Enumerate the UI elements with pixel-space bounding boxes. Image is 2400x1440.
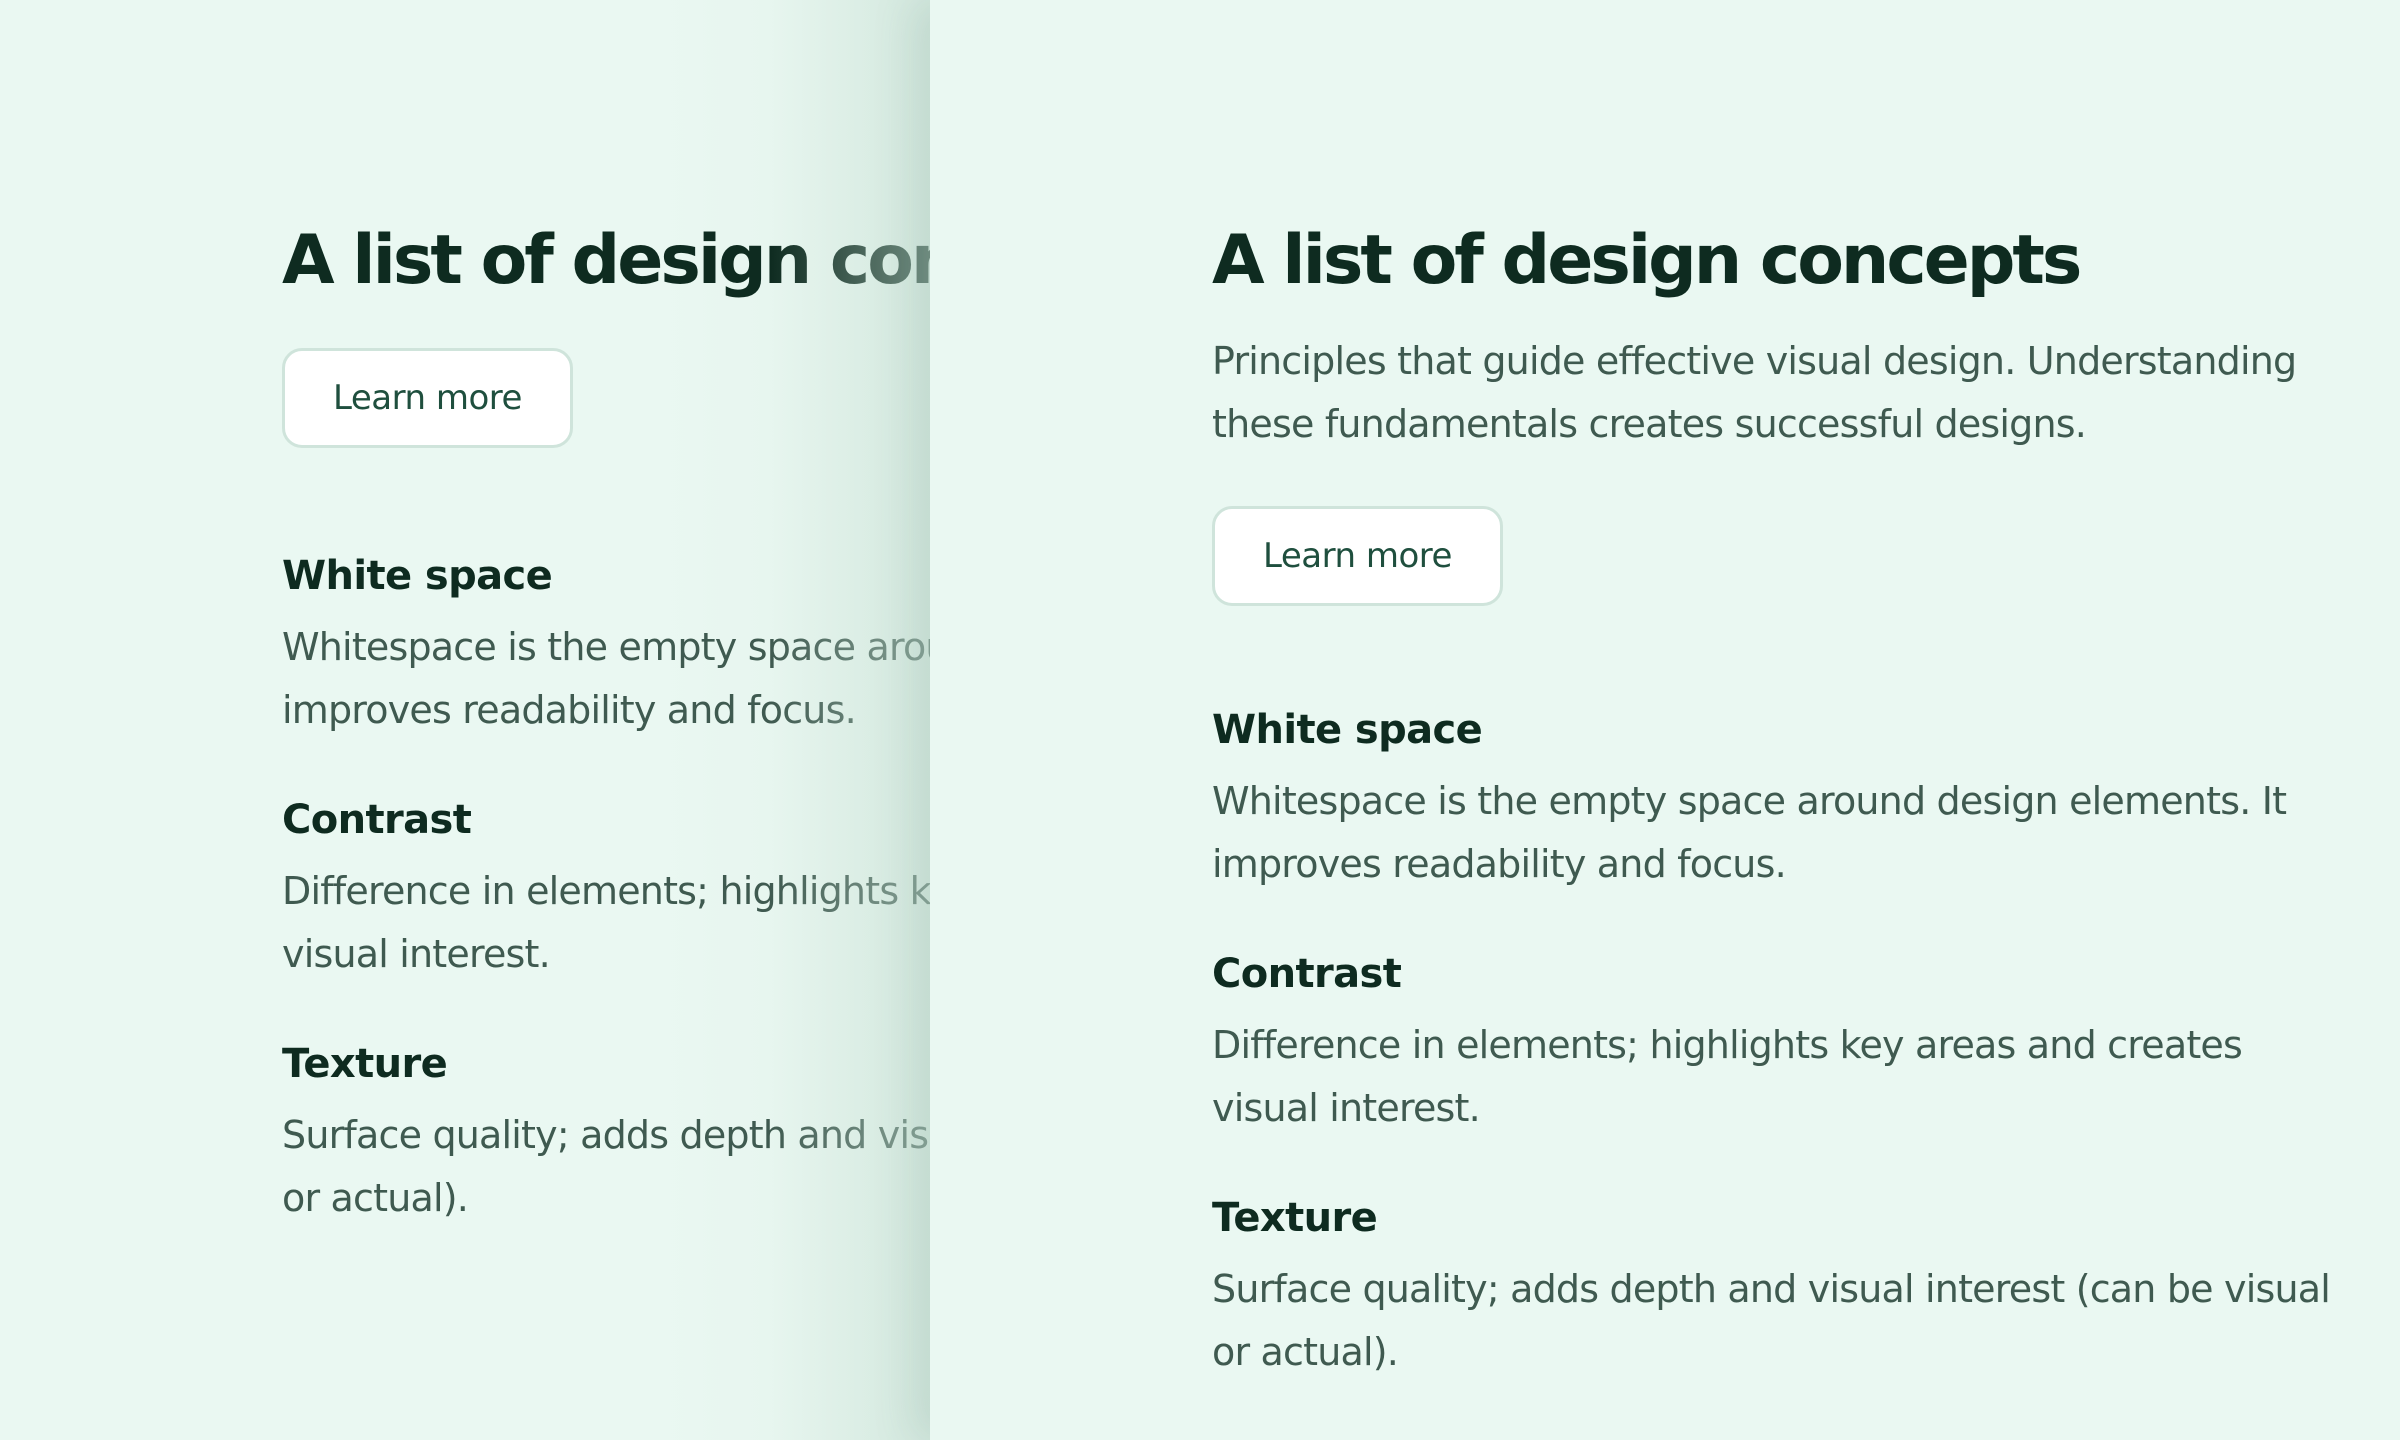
back-panel: A list of design concepts Learn more Whi… [0, 0, 930, 1440]
concept-contrast: Contrast Difference in elements; highlig… [1212, 946, 2342, 1140]
concept-list: White space Whitespace is the empty spac… [1212, 702, 2342, 1384]
front-panel: A list of design concepts Principles tha… [930, 0, 2400, 1440]
concept-title: Texture [1212, 1195, 1378, 1242]
concept-description: Difference in elements; highlights key a… [282, 869, 930, 977]
concept-description: Difference in elements; highlights key a… [1212, 1023, 2243, 1131]
learn-more-button[interactable]: Learn more [1212, 506, 1503, 607]
back-panel-concept-list: White space Whitespace is the empty spac… [282, 548, 930, 1230]
concept-title: Texture [282, 1041, 448, 1088]
page-title: A list of design concepts [1212, 221, 2082, 300]
back-panel-title: A list of design concepts [282, 221, 930, 300]
concept-description: Whitespace is the empty space around des… [282, 625, 930, 733]
concept-title: White space [282, 553, 553, 600]
concept-title: Contrast [1212, 951, 1402, 998]
concept-title: Contrast [282, 797, 472, 844]
concept-description: Surface quality; adds depth and visual i… [1212, 1267, 2331, 1375]
concept-description: Whitespace is the empty space around des… [1212, 779, 2287, 887]
concept-description: Surface quality; adds depth and visual i… [282, 1113, 930, 1221]
concept-white-space: White space Whitespace is the empty spac… [1212, 702, 2342, 896]
back-panel-concept-white-space: White space Whitespace is the empty spac… [282, 548, 930, 742]
concept-texture: Texture Surface quality; adds depth and … [1212, 1190, 2342, 1384]
back-panel-concept-contrast: Contrast Difference in elements; highlig… [282, 792, 930, 986]
back-panel-learn-more-button[interactable]: Learn more [282, 348, 573, 449]
page-subtitle: Principles that guide effective visual d… [1212, 339, 2297, 447]
front-panel-content: A list of design concepts Principles tha… [1212, 221, 2342, 1434]
back-panel-concept-texture: Texture Surface quality; adds depth and … [282, 1036, 930, 1230]
concept-title: White space [1212, 707, 1483, 754]
back-panel-content: A list of design concepts Learn more Whi… [282, 221, 930, 1280]
